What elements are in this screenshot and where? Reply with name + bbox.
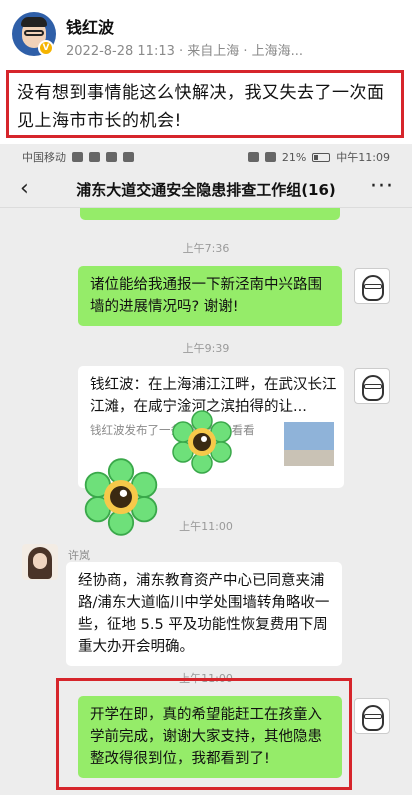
- sender-name: 许岚: [68, 549, 90, 562]
- post-meta: 2022-8-28 11:13 · 来自上海 · 上海海...: [66, 44, 304, 59]
- avatar-glasses: [364, 714, 382, 719]
- clock: 中午11:09: [336, 151, 390, 164]
- other-message-bubble[interactable]: 经协商，浦东教育资产中心已同意夹浦路/浦东大道临川中学处围墙转角略收一些，征地 …: [66, 562, 342, 666]
- group-title: 浦东大道交通安全隐患排查工作组(16): [76, 181, 336, 199]
- more-dots-icon[interactable]: ···: [370, 174, 394, 199]
- avatar-glasses: [24, 30, 44, 36]
- hd-icon: [247, 152, 259, 162]
- tiktok-icon: [106, 152, 117, 162]
- my-message-bubble[interactable]: 诸位能给我通报一下新泾南中兴路围墙的进展情况吗? 谢谢!: [78, 266, 342, 326]
- author-name[interactable]: 钱红波: [66, 14, 114, 38]
- my-avatar[interactable]: [354, 698, 390, 734]
- previous-message-bubble: [80, 208, 340, 220]
- xulan-avatar[interactable]: [22, 544, 58, 580]
- avatar-glasses: [364, 384, 382, 389]
- my-avatar[interactable]: [354, 268, 390, 304]
- timestamp: 上午9:39: [182, 342, 230, 355]
- chat-title-bar: ‹ 浦东大道交通安全隐患排查工作组(16) ···: [0, 170, 412, 208]
- avatar-face: [33, 553, 47, 569]
- link-thumbnail: [284, 422, 334, 466]
- carrier-label: 中国移动: [22, 151, 66, 164]
- nfc-icon: [264, 152, 276, 162]
- timestamp: 上午11:00: [179, 520, 233, 533]
- timestamp: 上午7:36: [182, 242, 230, 255]
- avatar-glasses: [364, 284, 382, 289]
- signal-icon: [72, 152, 83, 162]
- post-text-highlighted: 没有想到事情能这么快解决，我又失去了一次面见上海市市长的机会!: [6, 70, 404, 138]
- battery-percent: 21%: [281, 150, 307, 164]
- status-bar: 中国移动 21% 中午11:09: [0, 144, 412, 170]
- my-avatar[interactable]: [354, 368, 390, 404]
- highlight-box: [56, 678, 352, 790]
- chat-screenshot: 中国移动 21% 中午11:09 ‹ 浦东大道交通安全隐患排查工作组(16) ·…: [0, 144, 412, 795]
- avatar-hair: [21, 17, 47, 27]
- battery-icon: [312, 152, 331, 162]
- wifi-icon: [89, 152, 100, 162]
- flower-sticker-icon: [172, 410, 232, 474]
- post-header: V 钱红波 2022-8-28 11:13 · 来自上海 · 上海海...: [0, 0, 412, 70]
- verified-badge-icon: V: [38, 40, 54, 56]
- message-icon: [123, 152, 134, 162]
